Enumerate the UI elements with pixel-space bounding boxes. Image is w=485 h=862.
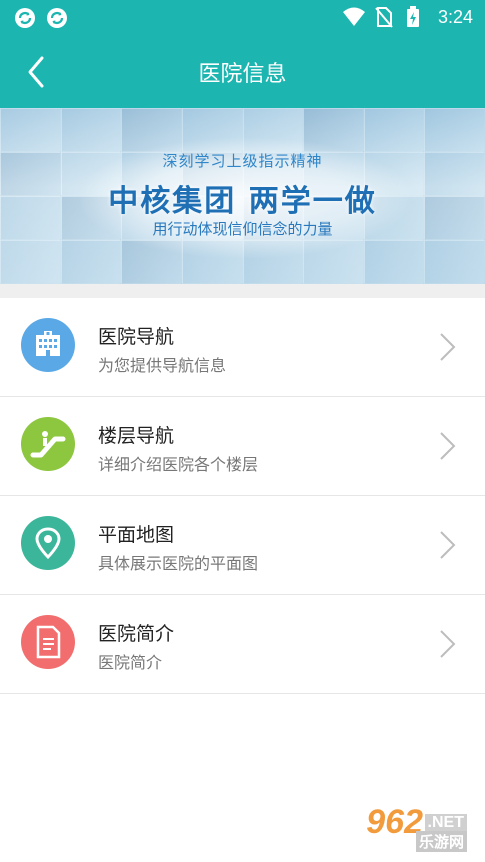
chevron-right-icon: [437, 628, 457, 660]
menu-item-label: 医院导航: [98, 326, 175, 348]
banner-subtitle: 深刻学习上级指示精神: [162, 152, 323, 170]
chevron-right-icon: [437, 529, 457, 561]
watermark-net: .NET: [424, 814, 467, 832]
chevron-right-icon: [437, 430, 457, 462]
banner-headline: 中核集团 两学一做: [108, 184, 377, 219]
wifi-icon: [342, 6, 365, 28]
page-title: 医院信息: [198, 62, 287, 87]
section-divider: [0, 284, 485, 298]
menu-item-subtitle: 为您提供导航信息: [98, 356, 227, 375]
hospital-building-icon: [21, 318, 75, 372]
no-sim-icon: [374, 6, 396, 28]
menu-item-label: 平面地图: [98, 524, 175, 546]
watermark-logo: 962 .NET 乐游网: [337, 803, 477, 858]
sync-icon: [46, 7, 68, 29]
clock: 3:24: [437, 6, 473, 27]
escalator-icon: [21, 417, 75, 471]
menu-list: 医院导航 为您提供导航信息 楼层导航 详细介绍医院各个楼层 平面地图 具体展示医…: [0, 298, 485, 694]
sync-icon: [14, 7, 36, 29]
chevron-right-icon: [437, 331, 457, 363]
menu-item-floor-navigation[interactable]: 楼层导航 详细介绍医院各个楼层: [0, 397, 485, 496]
battery-charging-icon: [406, 6, 428, 28]
banner-slogan: 用行动体现信仰信念的力量: [152, 220, 333, 238]
menu-item-hospital-navigation[interactable]: 医院导航 为您提供导航信息: [0, 298, 485, 397]
watermark-number: 962: [366, 803, 423, 841]
promo-banner[interactable]: 深刻学习上级指示精神 中核集团 两学一做 用行动体现信仰信念的力量: [0, 108, 485, 284]
menu-item-label: 楼层导航: [98, 425, 175, 447]
menu-item-label: 医院简介: [98, 623, 175, 645]
menu-item-subtitle: 详细介绍医院各个楼层: [98, 455, 259, 474]
watermark-site-name: 乐游网: [415, 831, 467, 852]
status-bar: 3:24: [0, 0, 485, 36]
menu-item-floor-map[interactable]: 平面地图 具体展示医院的平面图: [0, 496, 485, 595]
menu-item-subtitle: 具体展示医院的平面图: [98, 554, 259, 573]
app-header: 医院信息: [0, 36, 485, 108]
menu-item-hospital-intro[interactable]: 医院简介 医院简介: [0, 595, 485, 694]
document-icon: [21, 615, 75, 669]
map-pin-icon: [21, 516, 75, 570]
menu-item-subtitle: 医院简介: [98, 653, 163, 672]
